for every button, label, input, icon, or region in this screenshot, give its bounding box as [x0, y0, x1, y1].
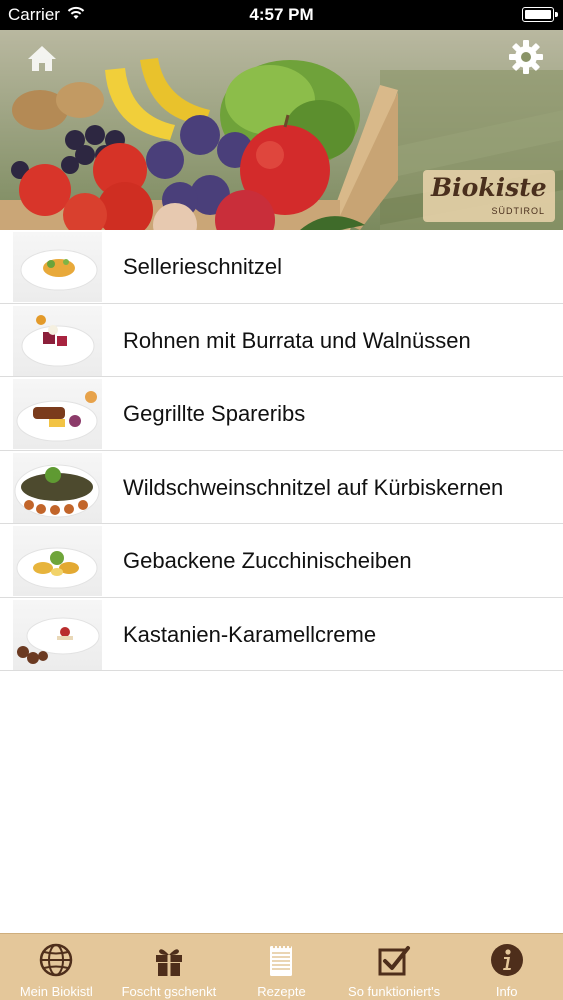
recipe-list: Sellerieschnitzel Rohnen mit Burrata und…	[0, 230, 563, 671]
recipe-title: Sellerieschnitzel	[123, 254, 282, 279]
recipe-row-zucchinischeiben[interactable]: Gebackene Zucchinischeiben	[0, 524, 563, 598]
checkbox-icon	[378, 946, 411, 976]
gear-icon[interactable]	[507, 38, 545, 76]
dish-thumbnail	[13, 452, 102, 523]
tab-rezepte[interactable]: Rezepte	[225, 934, 338, 1000]
recipe-title: Wildschweinschnitzel auf Kürbiskernen	[123, 474, 504, 500]
battery-icon	[522, 7, 558, 22]
globe-icon	[40, 943, 73, 977]
dish-thumbnail	[13, 526, 102, 596]
header-banner: Biokiste SÜDTIROL	[0, 30, 563, 230]
dish-thumbnail	[13, 305, 102, 376]
dish-thumbnail	[13, 379, 102, 449]
recipe-row-wildschweinschnitzel[interactable]: Wildschweinschnitzel auf Kürbiskernen	[0, 450, 563, 524]
recipe-title: Kastanien-Karamellcreme	[123, 621, 377, 647]
gift-icon	[155, 949, 182, 976]
dish-thumbnail	[13, 599, 102, 670]
notepad-icon	[270, 945, 293, 976]
recipe-row-kastanien-karamellcreme[interactable]: Kastanien-Karamellcreme	[0, 597, 563, 671]
home-icon[interactable]	[26, 42, 58, 74]
tab-bar: Mein Biokistl Foscht gschenkt Rezepte So…	[0, 933, 563, 1000]
status-bar: Carrier 4:57 PM	[0, 0, 563, 30]
recipe-title: Gegrillte Spareribs	[123, 401, 306, 426]
dish-thumbnail	[13, 232, 102, 302]
biokiste-logo: Biokiste SÜDTIROL	[423, 170, 555, 222]
recipe-row-gegrillte-spareribs[interactable]: Gegrillte Spareribs	[0, 377, 563, 451]
recipe-row-rohnen-burrata[interactable]: Rohnen mit Burrata und Walnüssen	[0, 303, 563, 377]
tab-info[interactable]: Info	[450, 934, 563, 1000]
tab-label: Info	[495, 984, 518, 999]
info-icon	[490, 944, 523, 976]
tab-so-funktionierts[interactable]: So funktioniert's	[338, 934, 451, 1000]
logo-subtext: SÜDTIROL	[491, 206, 545, 216]
recipe-title: Rohnen mit Burrata und Walnüssen	[123, 327, 471, 353]
logo-text: Biokiste	[431, 173, 547, 202]
clock: 4:57 PM	[249, 5, 314, 24]
recipe-title: Gebackene Zucchinischeiben	[123, 548, 412, 573]
tab-mein-biokistl[interactable]: Mein Biokistl	[0, 934, 113, 1000]
recipe-row-sellerieschnitzel[interactable]: Sellerieschnitzel	[0, 230, 563, 304]
tab-foscht-gschenkt[interactable]: Foscht gschenkt	[113, 934, 226, 1000]
